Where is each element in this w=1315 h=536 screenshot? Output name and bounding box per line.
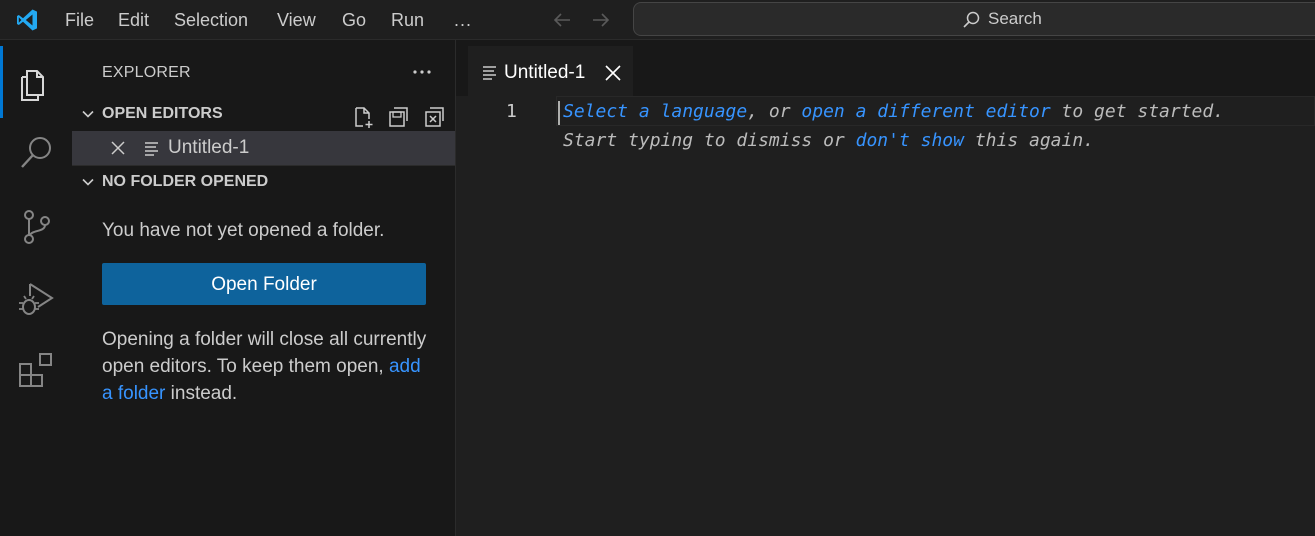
- open-editor-name: Untitled-1: [168, 137, 250, 158]
- search-view-icon: [21, 137, 51, 168]
- forward-arrow-icon[interactable]: [589, 8, 613, 32]
- editor-tab-bar: Untitled-1: [456, 40, 1315, 104]
- file-icon: [145, 142, 158, 156]
- editor-area[interactable]: 1 Select a language, or open a different…: [456, 96, 1315, 536]
- command-center-search[interactable]: Search: [633, 2, 1315, 36]
- no-folder-header[interactable]: NO FOLDER OPENED: [72, 165, 455, 199]
- activity-search[interactable]: [0, 118, 72, 190]
- hint-text: Start typing to dismiss or: [563, 130, 856, 151]
- menu-more[interactable]: ...: [454, 0, 472, 40]
- activity-extensions[interactable]: [0, 334, 72, 406]
- explorer-icon: [21, 70, 44, 101]
- activity-source-control[interactable]: [0, 190, 72, 262]
- activity-bar: [0, 40, 72, 536]
- open-different-editor-link[interactable]: open a different editor: [801, 101, 1050, 122]
- open-folder-hint: Opening a folder will close all currentl…: [102, 326, 432, 407]
- hint-text: this again.: [963, 130, 1095, 151]
- close-icon[interactable]: [110, 140, 126, 156]
- menu-go[interactable]: Go: [342, 0, 366, 40]
- search-label: Search: [988, 9, 1042, 28]
- dont-show-link[interactable]: don't show: [856, 130, 964, 151]
- line-number: 1: [506, 101, 517, 122]
- chevron-down-icon: [82, 178, 94, 186]
- run-debug-icon: [19, 283, 54, 315]
- open-editors-header[interactable]: OPEN EDITORS: [72, 97, 455, 131]
- open-editor-item[interactable]: Untitled-1: [72, 131, 455, 165]
- menu-view[interactable]: View: [277, 0, 316, 40]
- tab-untitled-1[interactable]: Untitled-1: [468, 46, 633, 100]
- hint-text: , or: [747, 101, 802, 122]
- activity-run-debug[interactable]: [0, 262, 72, 334]
- menu-run[interactable]: Run: [391, 0, 424, 40]
- hint-text: to get started.: [1050, 101, 1225, 122]
- tab-label: Untitled-1: [504, 62, 586, 83]
- source-control-icon: [24, 210, 50, 244]
- search-icon: [963, 11, 980, 28]
- editor-hint-line-2: Start typing to dismiss or don't show th…: [563, 125, 1094, 157]
- sidebar-title: EXPLORER: [102, 64, 191, 81]
- vscode-logo[interactable]: [14, 8, 40, 32]
- title-bar: File Edit Selection View Go Run ... Sear…: [0, 0, 1315, 40]
- select-language-link[interactable]: Select a language: [563, 101, 747, 122]
- editor-hint-line-1: Select a language, or open a different e…: [563, 96, 1224, 128]
- save-all-icon[interactable]: [387, 105, 411, 129]
- open-editors-title: OPEN EDITORS: [102, 105, 223, 122]
- chevron-down-icon: [82, 110, 94, 118]
- hint-text: Opening a folder will close all currentl…: [102, 329, 427, 377]
- more-icon[interactable]: [410, 62, 434, 82]
- menu-edit[interactable]: Edit: [118, 0, 149, 40]
- no-folder-message: You have not yet opened a folder.: [102, 220, 385, 241]
- no-folder-title: NO FOLDER OPENED: [102, 173, 269, 190]
- close-all-icon[interactable]: [423, 105, 447, 129]
- extensions-icon: [19, 353, 52, 387]
- text-cursor: [558, 101, 560, 125]
- back-arrow-icon[interactable]: [550, 8, 574, 32]
- activity-explorer[interactable]: [0, 46, 72, 118]
- new-file-icon[interactable]: [351, 105, 375, 129]
- menu-selection[interactable]: Selection: [174, 0, 248, 40]
- explorer-sidebar: EXPLORER OPEN EDITORS Untitled-1 NO FOLD…: [72, 40, 456, 536]
- menu-file[interactable]: File: [65, 0, 94, 40]
- open-folder-button[interactable]: Open Folder: [102, 263, 426, 305]
- hint-text-end: instead.: [165, 383, 238, 404]
- close-icon[interactable]: [604, 64, 622, 82]
- file-icon: [483, 66, 496, 80]
